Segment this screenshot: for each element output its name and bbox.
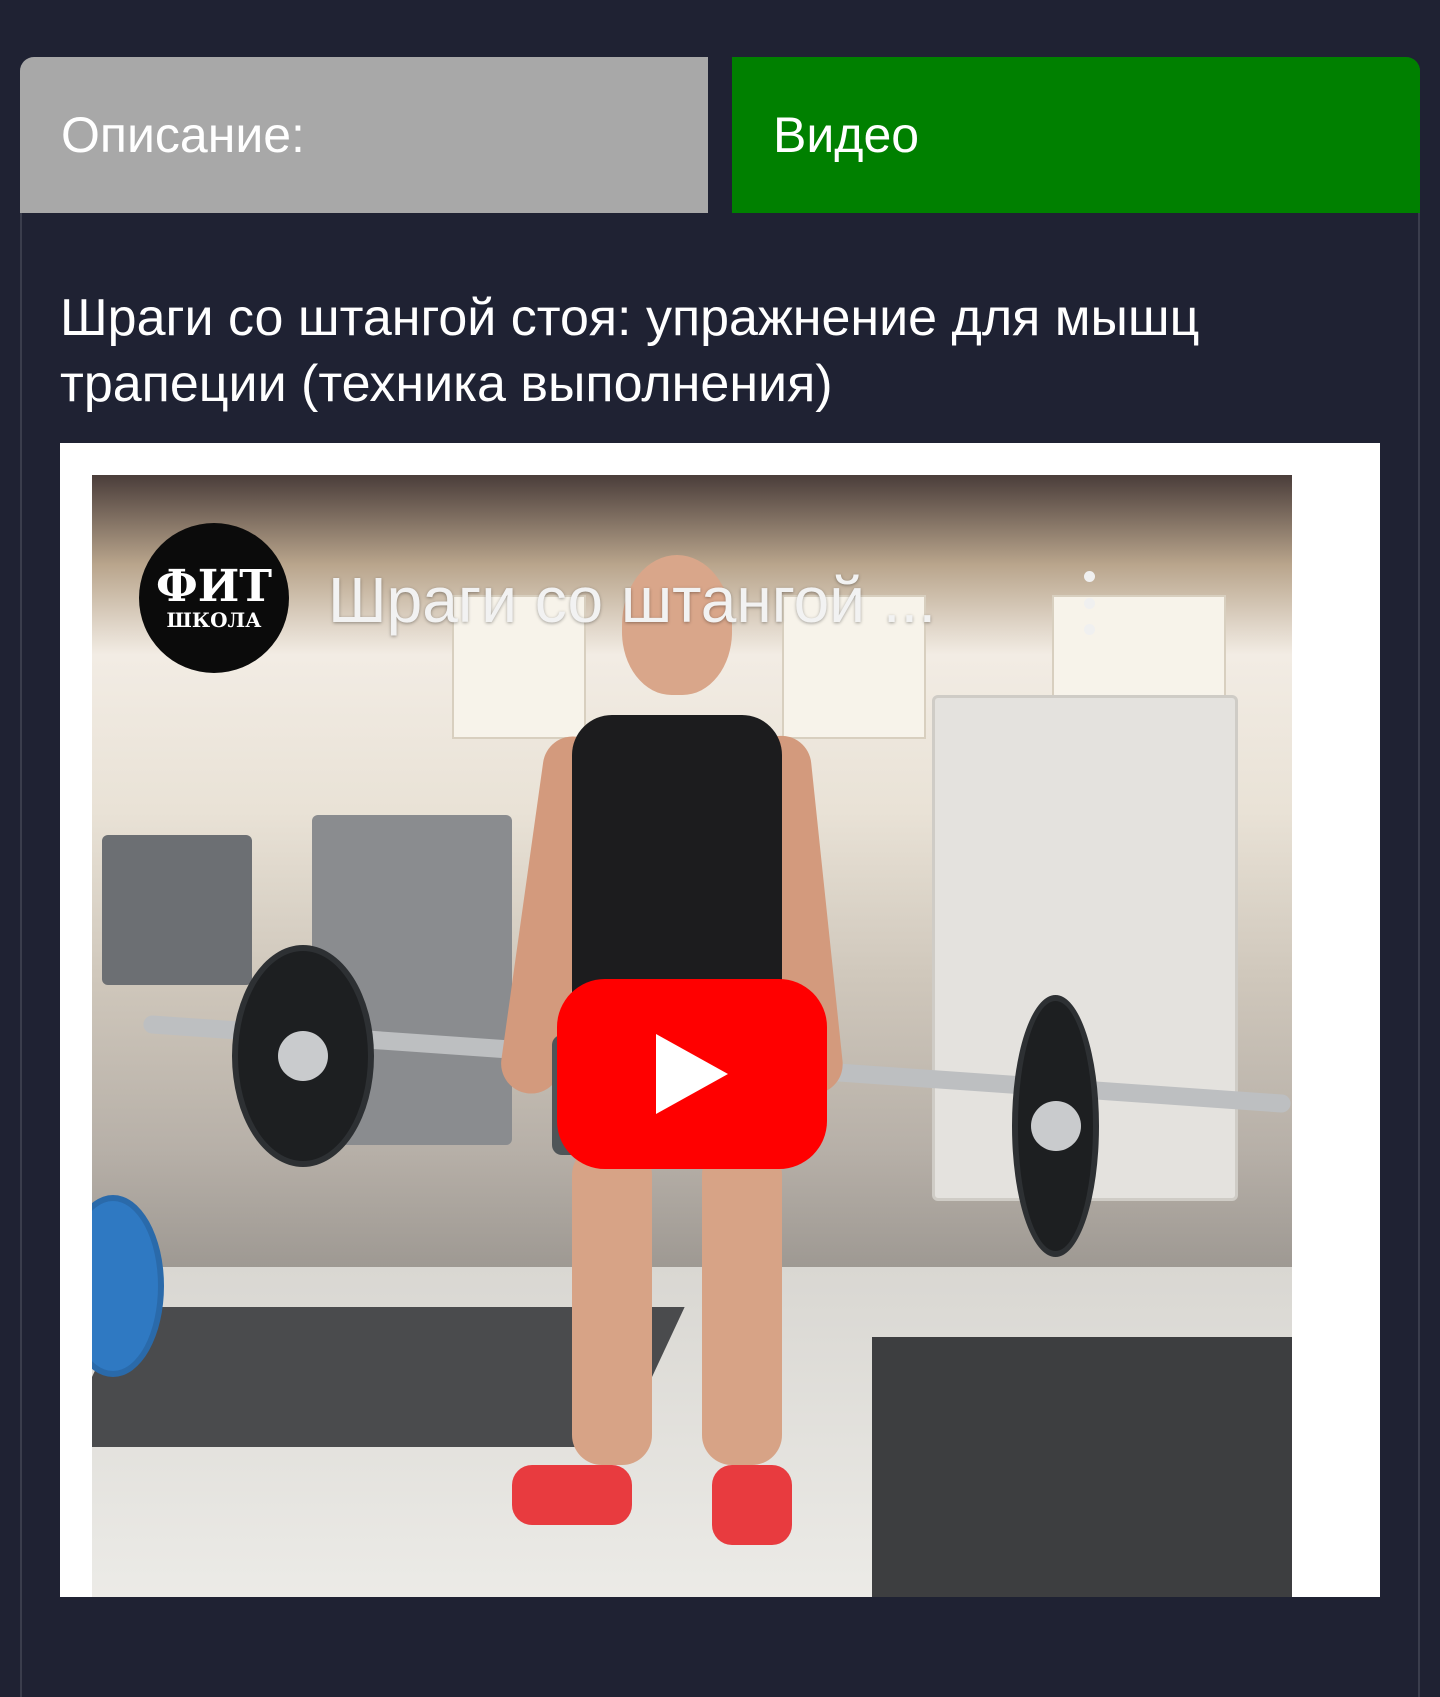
athlete-leg: [572, 1145, 652, 1465]
athlete-leg: [702, 1145, 782, 1465]
athlete-shoe: [712, 1465, 792, 1545]
athlete-shoe: [512, 1465, 632, 1525]
channel-logo-text: ФИТ: [155, 561, 273, 612]
weight-plate: [232, 945, 374, 1167]
video-player[interactable]: ФИТ ШКОЛА Шраги со штангой ...: [92, 475, 1292, 1597]
channel-avatar[interactable]: ФИТ ШКОЛА: [139, 523, 289, 673]
channel-logo-subtext: ШКОЛА: [166, 608, 262, 632]
video-title[interactable]: Шраги со штангой ...: [328, 563, 936, 637]
more-dot: [1083, 571, 1095, 582]
weight-plate: [1012, 995, 1099, 1257]
plate-hub: [1030, 1101, 1081, 1151]
more-dot: [1083, 597, 1095, 609]
tab-video-label: Видео: [773, 107, 920, 163]
plate-hub: [278, 1031, 328, 1081]
play-icon: [656, 1034, 728, 1114]
more-vertical-icon[interactable]: [1077, 571, 1101, 635]
tab-description-label: Описание:: [61, 107, 305, 163]
tab-video[interactable]: Видео: [732, 57, 1420, 213]
more-dot: [1083, 624, 1095, 635]
page-title: Шраги со штангой стоя: упражнение для мы…: [60, 289, 1200, 413]
play-button[interactable]: [557, 979, 827, 1169]
tab-description[interactable]: Описание:: [20, 57, 708, 213]
exercise-bike: [102, 835, 252, 985]
gym-mat: [872, 1337, 1292, 1597]
